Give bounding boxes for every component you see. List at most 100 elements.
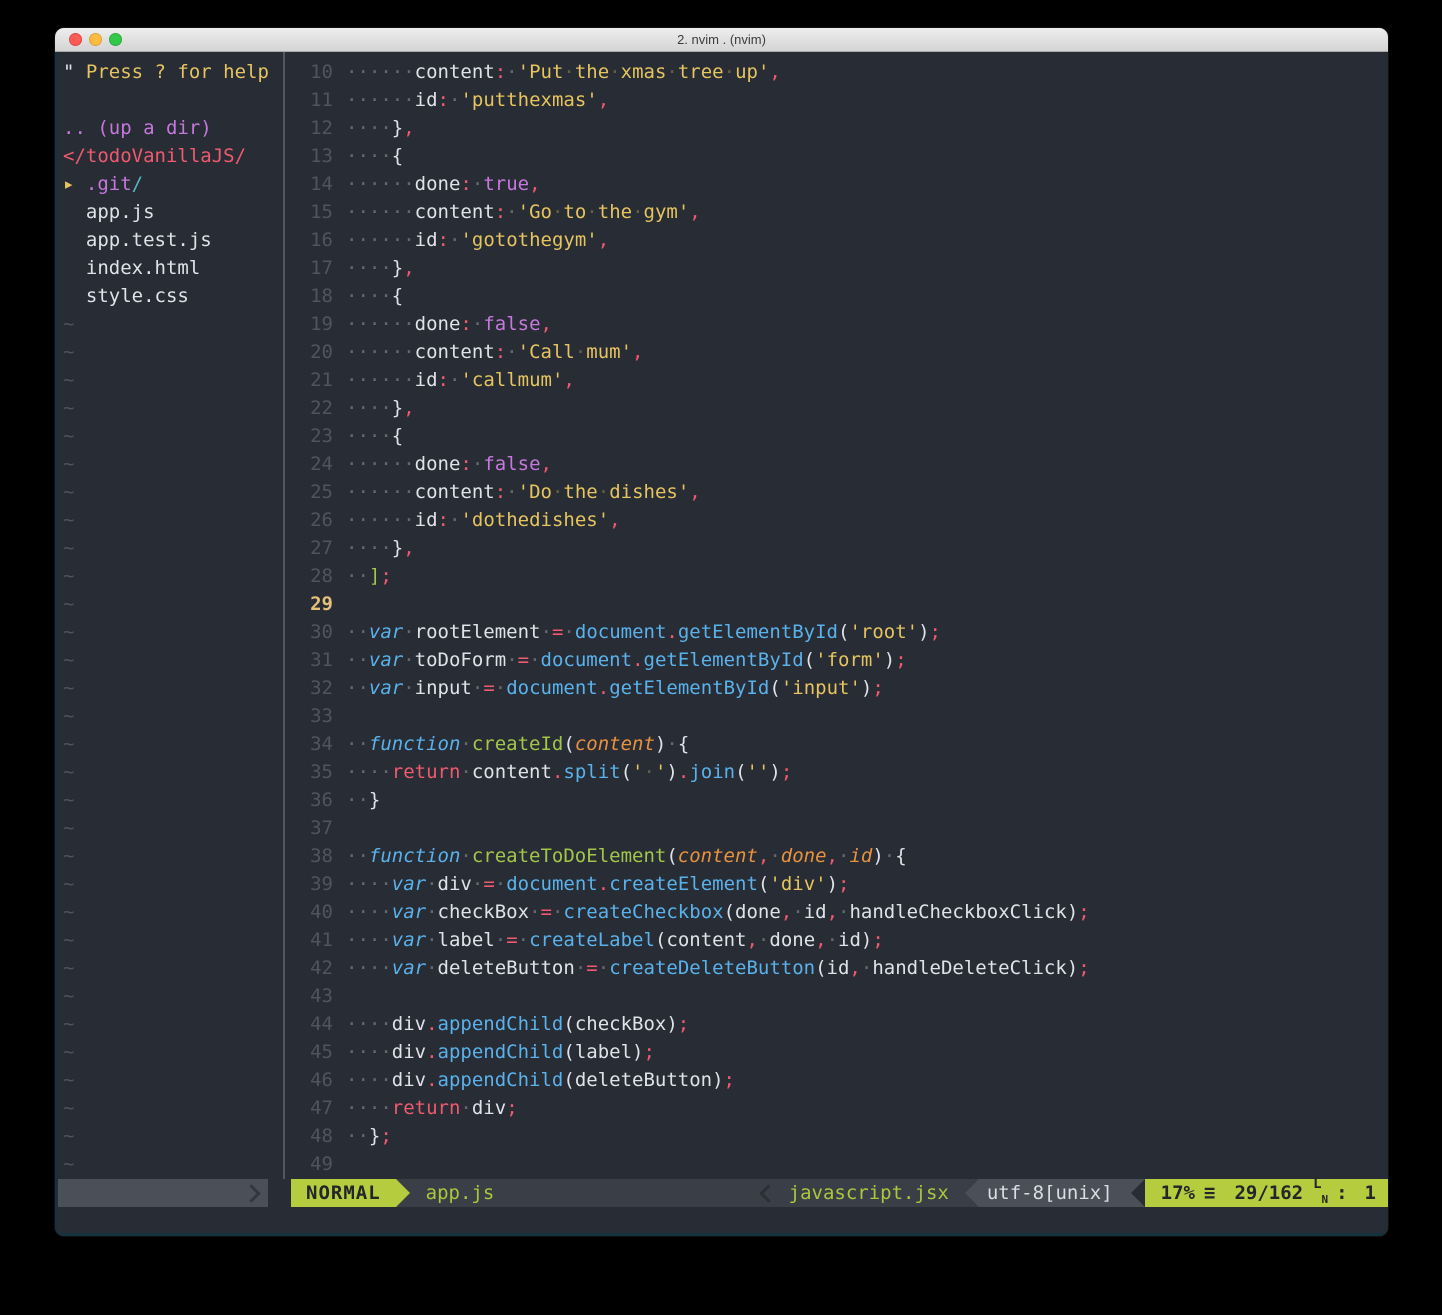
position-colon: : bbox=[1336, 1179, 1347, 1207]
line-number: 18 bbox=[285, 282, 333, 310]
tree-root[interactable]: </todoVanillaJS/ bbox=[58, 142, 283, 170]
tree-item-up-dir[interactable]: .. (up a dir) bbox=[58, 114, 283, 142]
statusbar-position-segment: 17% ≡ 29/162 LN : 1 bbox=[1145, 1179, 1388, 1207]
code-line-48[interactable]: 48··}; bbox=[285, 1122, 1388, 1150]
code-line-22[interactable]: 22····}, bbox=[285, 394, 1388, 422]
empty-buffer-tilde: ~ bbox=[58, 394, 283, 422]
code-area[interactable]: 10······content:·'Put·the·xmas·tree·up',… bbox=[285, 58, 1388, 1178]
code-line-44[interactable]: 44····div.appendChild(checkBox); bbox=[285, 1010, 1388, 1038]
code-text: ····}, bbox=[346, 394, 415, 422]
line-number: 37 bbox=[285, 814, 333, 842]
code-line-29[interactable]: 29 bbox=[285, 590, 1388, 618]
line-number: 13 bbox=[285, 142, 333, 170]
empty-buffer-tilde: ~ bbox=[58, 618, 283, 646]
line-number: 48 bbox=[285, 1122, 333, 1150]
tree-help-line: " Press ? for help bbox=[58, 58, 283, 86]
empty-buffer-tilde: ~ bbox=[58, 1150, 283, 1178]
code-line-10[interactable]: 10······content:·'Put·the·xmas·tree·up', bbox=[285, 58, 1388, 86]
empty-buffer-tilde: ~ bbox=[58, 1122, 283, 1150]
code-line-49[interactable]: 49 bbox=[285, 1150, 1388, 1178]
statusbar-gap bbox=[268, 1179, 291, 1207]
code-line-15[interactable]: 15······content:·'Go·to·the·gym', bbox=[285, 198, 1388, 226]
empty-buffer-tilde: ~ bbox=[58, 926, 283, 954]
code-line-25[interactable]: 25······content:·'Do·the·dishes', bbox=[285, 478, 1388, 506]
code-line-30[interactable]: 30··var·rootElement·=·document.getElemen… bbox=[285, 618, 1388, 646]
code-line-31[interactable]: 31··var·toDoForm·=·document.getElementBy… bbox=[285, 646, 1388, 674]
desktop: 2. nvim . (nvim) " Press ? for help .. (u… bbox=[0, 0, 1442, 1315]
code-line-24[interactable]: 24······done:·false, bbox=[285, 450, 1388, 478]
code-line-45[interactable]: 45····div.appendChild(label); bbox=[285, 1038, 1388, 1066]
code-line-34[interactable]: 34··function·createId(content)·{ bbox=[285, 730, 1388, 758]
empty-buffer-tilde: ~ bbox=[58, 730, 283, 758]
code-text: ····}, bbox=[346, 534, 415, 562]
code-line-38[interactable]: 38··function·createToDoElement(content,·… bbox=[285, 842, 1388, 870]
code-line-47[interactable]: 47····return·div; bbox=[285, 1094, 1388, 1122]
code-line-28[interactable]: 28··]; bbox=[285, 562, 1388, 590]
scroll-percent: 17% bbox=[1161, 1179, 1195, 1207]
code-line-26[interactable]: 26······id:·'dothedishes', bbox=[285, 506, 1388, 534]
empty-buffer-tilde: ~ bbox=[58, 646, 283, 674]
code-text: ····var·div·=·document.createElement('di… bbox=[346, 870, 849, 898]
code-line-20[interactable]: 20······content:·'Call·mum', bbox=[285, 338, 1388, 366]
column-number: 1 bbox=[1365, 1179, 1376, 1207]
code-line-14[interactable]: 14······done:·true, bbox=[285, 170, 1388, 198]
tree-item-app-js[interactable]: app.js bbox=[58, 198, 283, 226]
code-line-42[interactable]: 42····var·deleteButton·=·createDeleteBut… bbox=[285, 954, 1388, 982]
empty-buffer-tilde: ~ bbox=[58, 870, 283, 898]
code-text: ····}, bbox=[346, 114, 415, 142]
line-number: 14 bbox=[285, 170, 333, 198]
code-line-43[interactable]: 43 bbox=[285, 982, 1388, 1010]
line-number: 41 bbox=[285, 926, 333, 954]
code-line-21[interactable]: 21······id:·'callmum', bbox=[285, 366, 1388, 394]
empty-buffer-tilde: ~ bbox=[58, 590, 283, 618]
code-line-39[interactable]: 39····var·div·=·document.createElement('… bbox=[285, 870, 1388, 898]
code-line-19[interactable]: 19······done:·false, bbox=[285, 310, 1388, 338]
code-line-18[interactable]: 18 ····{ bbox=[285, 282, 1388, 310]
line-number: 25 bbox=[285, 478, 333, 506]
tree-item-index-html[interactable]: index.html bbox=[58, 254, 283, 282]
window-titlebar[interactable]: 2. nvim . (nvim) bbox=[55, 28, 1388, 52]
line-number: 31 bbox=[285, 646, 333, 674]
code-text: ····{ bbox=[346, 142, 403, 170]
code-line-37[interactable]: 37 bbox=[285, 814, 1388, 842]
tree-item-style-css[interactable]: style.css bbox=[58, 282, 283, 310]
code-line-32[interactable]: 32··var·input·=·document.getElementById(… bbox=[285, 674, 1388, 702]
code-line-36[interactable]: 36··} bbox=[285, 786, 1388, 814]
code-line-23[interactable]: 23····{ bbox=[285, 422, 1388, 450]
code-line-41[interactable]: 41····var·label·=·createLabel(content,·d… bbox=[285, 926, 1388, 954]
empty-buffer-tilde: ~ bbox=[58, 562, 283, 590]
nerdtree-sidebar[interactable]: " Press ? for help .. (up a dir)</todoVan… bbox=[58, 58, 283, 1178]
statusbar-spacer bbox=[494, 1179, 761, 1207]
code-text: ····{ bbox=[346, 282, 403, 310]
code-text: ··var·input·=·document.getElementById('i… bbox=[346, 674, 884, 702]
code-line-27[interactable]: 27····}, bbox=[285, 534, 1388, 562]
code-text: ······content:·'Go·to·the·gym', bbox=[346, 198, 701, 226]
code-text: ····return·div; bbox=[346, 1094, 518, 1122]
empty-buffer-tilde: ~ bbox=[58, 1066, 283, 1094]
code-line-13[interactable]: 13 ····{ bbox=[285, 142, 1388, 170]
code-line-16[interactable]: 16······id:·'gotothegym', bbox=[285, 226, 1388, 254]
statusbar-filetype: javascript.jsx bbox=[785, 1179, 965, 1207]
lines-icon: ≡ bbox=[1204, 1179, 1215, 1207]
code-text: ····{ bbox=[346, 422, 403, 450]
code-line-12[interactable]: 12 ····}, bbox=[285, 114, 1388, 142]
command-line[interactable] bbox=[58, 1207, 1388, 1233]
empty-buffer-tilde: ~ bbox=[58, 814, 283, 842]
empty-buffer-tilde: ~ bbox=[58, 786, 283, 814]
code-line-35[interactable]: 35····return·content.split('·').join('')… bbox=[285, 758, 1388, 786]
code-line-11[interactable]: 11······id:·'putthexmas', bbox=[285, 86, 1388, 114]
terminal-window: 2. nvim . (nvim) " Press ? for help .. (u… bbox=[55, 28, 1388, 1236]
line-number: 36 bbox=[285, 786, 333, 814]
line-number: 12 bbox=[285, 114, 333, 142]
line-number: 49 bbox=[285, 1150, 333, 1178]
code-line-33[interactable]: 33 bbox=[285, 702, 1388, 730]
statusbar-encoding: utf-8[unix] bbox=[979, 1179, 1131, 1207]
empty-buffer-tilde: ~ bbox=[58, 478, 283, 506]
line-number: 10 bbox=[285, 58, 333, 86]
code-line-46[interactable]: 46····div.appendChild(deleteButton); bbox=[285, 1066, 1388, 1094]
code-line-40[interactable]: 40····var·checkBox·=·createCheckbox(done… bbox=[285, 898, 1388, 926]
code-line-17[interactable]: 17····}, bbox=[285, 254, 1388, 282]
empty-buffer-tilde: ~ bbox=[58, 534, 283, 562]
tree-item-app-test-js[interactable]: app.test.js bbox=[58, 226, 283, 254]
tree-item-git-dir[interactable]: ▸ .git/ bbox=[58, 170, 283, 198]
